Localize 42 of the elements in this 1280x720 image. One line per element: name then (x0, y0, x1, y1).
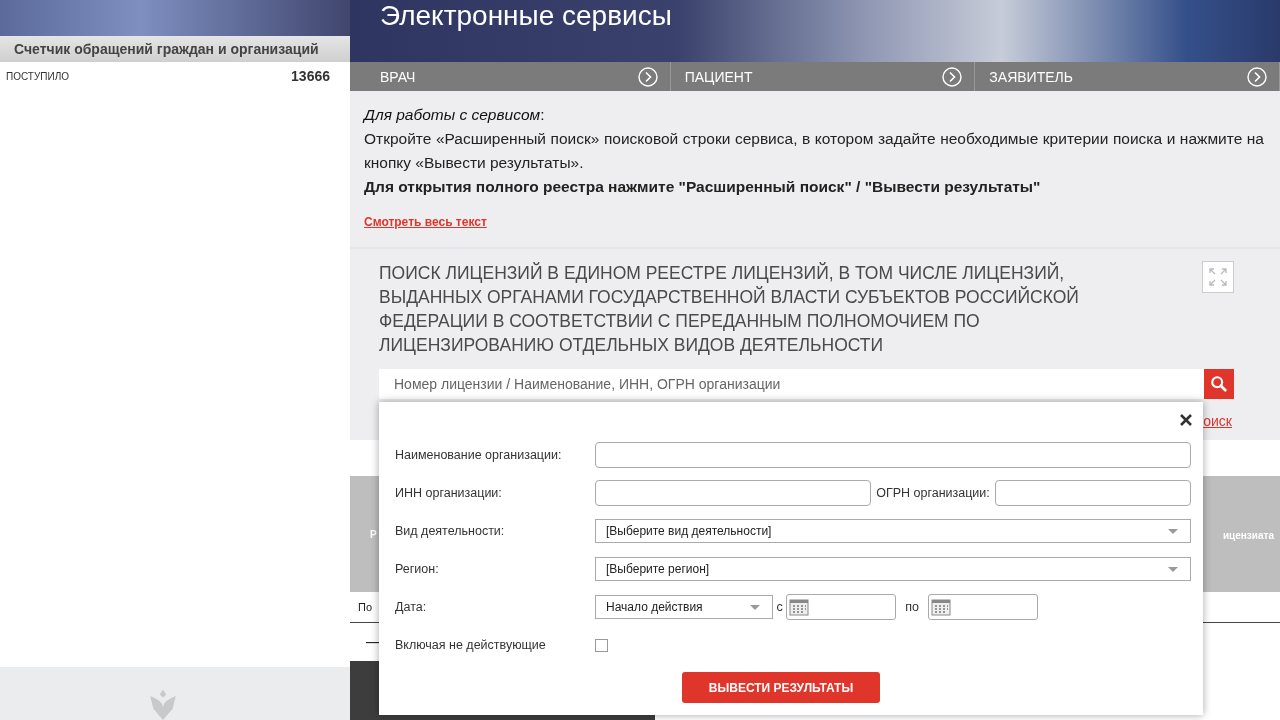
search-button[interactable] (1204, 369, 1234, 399)
show-text-link[interactable]: Смотреть весь текст (364, 215, 487, 229)
info-heading: Для работы с сервисом: (364, 105, 546, 125)
input-field[interactable] (595, 442, 1191, 468)
chevron-icon (942, 66, 963, 87)
search-title: ПОИСК ЛИЦЕНЗИЙ В ЕДИНОМ РЕЕСТРЕ ЛИЦЕНЗИЙ, В ТОМ ЧИСЛЕ ЛИЦЕНЗИЙ, ВЫДАННЫХ ОРГАНАМИ ГОСУДАРСТВЕННОЙ ВЛАСТИ СУБЪЕКТОВ РОССИЙСКОЙ ФЕДЕРАЦИИ В СООТВЕТСТВИИ С ПЕРЕДАННЫМ ПОЛНОМОЧИЕМ ПО ЛИЦЕНЗИРОВАНИЮ ОТДЕЛЬНЫХ ВИДОВ ДЕЯТЕЛЬНОСТИ (379, 261, 1080, 357)
page-title: Электронные сервисы (380, 2, 672, 30)
field-label: Регион: (395, 561, 440, 578)
field-label: Вид деятельности: (395, 523, 506, 540)
counter-label: ПОСТУПИЛО (6, 70, 70, 82)
input-field[interactable] (595, 480, 871, 506)
search-field[interactable]: Номер лицензии / Наименование, ИНН, ОГРН организации (379, 369, 1204, 399)
dropdown[interactable]: [Выберите регион] (595, 557, 1191, 581)
search-icon (1210, 375, 1228, 393)
submit-button[interactable]: ВЫВЕСТИ РЕЗУЛЬТАТЫ (682, 672, 880, 703)
calendar-icon[interactable] (931, 598, 951, 616)
counter-title: Счетчик обращений граждан и организаций (0, 36, 350, 62)
chevron-icon (637, 66, 658, 87)
field-label: с (775, 600, 784, 614)
calendar-icon[interactable] (789, 598, 809, 616)
field-label: Наименование организации: (395, 447, 563, 464)
date-field[interactable] (928, 594, 1038, 620)
column-header: ицензиата (1222, 529, 1274, 541)
close-icon[interactable] (1179, 413, 1193, 427)
input-field[interactable] (995, 480, 1191, 506)
chevron-icon (1247, 66, 1267, 87)
field-label: по (904, 600, 920, 614)
field-label: Включая не действующие (395, 637, 547, 654)
column-header: Р (370, 528, 377, 540)
dropdown[interactable]: Начало действия (595, 595, 773, 619)
field-label: Дата: (395, 599, 428, 616)
table-cell: По (358, 601, 373, 613)
field-label: ОГРН организации: (875, 486, 991, 500)
expand-icon[interactable] (1202, 261, 1234, 293)
counter-value: 13666 (291, 68, 330, 84)
info-text: Откройте «Расширенный поиск» поисковой строки сервиса, в котором задайте необходимые критерии поиска и нажмите на кнопку «Вывести результаты». (364, 129, 1264, 173)
advanced-search-link[interactable]: оиск (1203, 413, 1232, 429)
dropdown[interactable]: [Выберите вид деятельности] (595, 519, 1191, 543)
field-label: ИНН организации: (395, 485, 503, 502)
info-note: Для открытия полного реестра нажмите "Расширенный поиск" / "Вывести результаты" (364, 177, 1042, 197)
checkbox[interactable] (595, 638, 608, 652)
date-field[interactable] (786, 594, 896, 620)
